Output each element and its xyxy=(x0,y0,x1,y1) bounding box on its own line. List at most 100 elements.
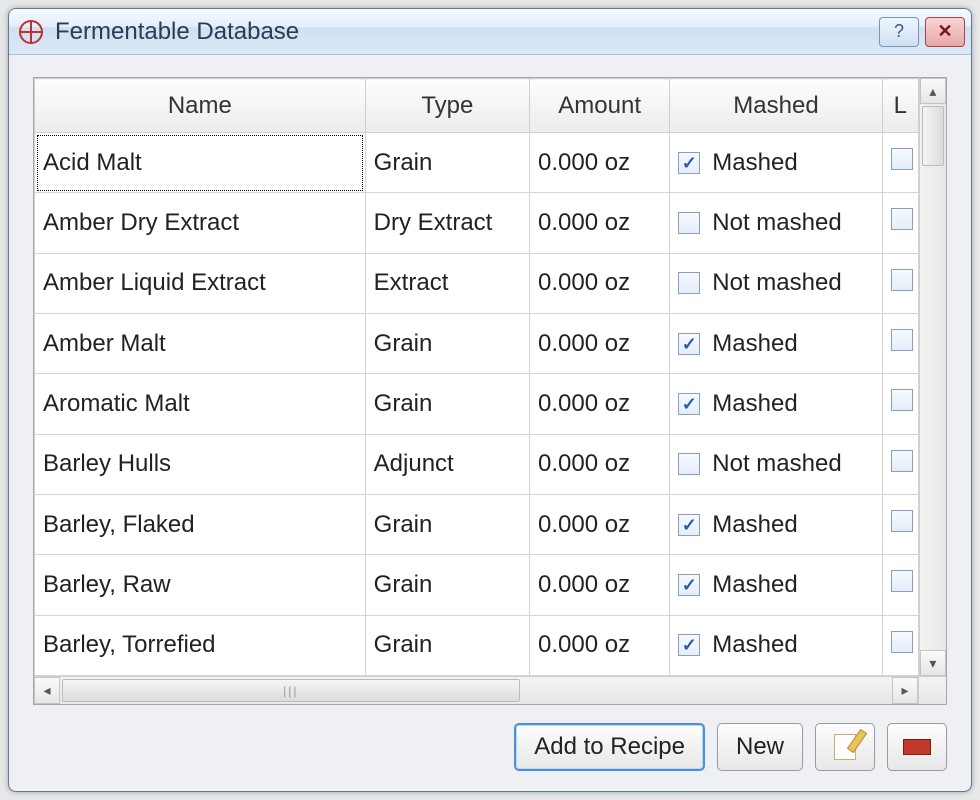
cell-l[interactable] xyxy=(882,434,918,494)
mashed-checkbox[interactable] xyxy=(678,574,700,596)
horizontal-scrollbar[interactable]: ◂ ||| ▸ xyxy=(34,676,946,704)
cell-l[interactable] xyxy=(882,615,918,675)
scroll-left-icon[interactable]: ◂ xyxy=(34,677,60,704)
fermentable-table[interactable]: Name Type Amount Mashed L Acid MaltGrain… xyxy=(34,78,919,676)
cell-mashed[interactable]: Mashed xyxy=(670,313,882,373)
cell-l[interactable] xyxy=(882,133,918,193)
cell-mashed[interactable]: Mashed xyxy=(670,555,882,615)
content-area: Name Type Amount Mashed L Acid MaltGrain… xyxy=(9,55,971,791)
cell-type[interactable]: Grain xyxy=(365,555,529,615)
delete-button[interactable] xyxy=(887,723,947,771)
l-checkbox[interactable] xyxy=(891,208,913,230)
mashed-checkbox[interactable] xyxy=(678,393,700,415)
cell-type[interactable]: Grain xyxy=(365,374,529,434)
cell-type[interactable]: Extract xyxy=(365,253,529,313)
mashed-checkbox[interactable] xyxy=(678,514,700,536)
cell-name[interactable]: Aromatic Malt xyxy=(35,374,366,434)
cell-amount[interactable]: 0.000 oz xyxy=(530,313,670,373)
table-row[interactable]: Amber MaltGrain0.000 ozMashed xyxy=(35,313,919,373)
scroll-down-icon[interactable]: ▾ xyxy=(920,650,946,676)
l-checkbox[interactable] xyxy=(891,631,913,653)
cell-l[interactable] xyxy=(882,313,918,373)
vertical-scrollbar[interactable]: ▴ ▾ xyxy=(919,78,946,676)
l-checkbox[interactable] xyxy=(891,570,913,592)
mashed-checkbox[interactable] xyxy=(678,634,700,656)
table-body: Acid MaltGrain0.000 ozMashedAmber Dry Ex… xyxy=(35,133,919,676)
mashed-checkbox[interactable] xyxy=(678,333,700,355)
cell-amount[interactable]: 0.000 oz xyxy=(530,253,670,313)
table-row[interactable]: Amber Dry ExtractDry Extract0.000 ozNot … xyxy=(35,193,919,253)
cell-name[interactable]: Amber Malt xyxy=(35,313,366,373)
cell-name[interactable]: Acid Malt xyxy=(35,133,366,193)
hscroll-track[interactable]: ||| xyxy=(60,677,892,704)
mashed-checkbox[interactable] xyxy=(678,212,700,234)
cell-name[interactable]: Barley, Torrefied xyxy=(35,615,366,675)
cell-type[interactable]: Dry Extract xyxy=(365,193,529,253)
cell-mashed[interactable]: Not mashed xyxy=(670,193,882,253)
app-icon xyxy=(19,20,43,44)
cell-mashed[interactable]: Mashed xyxy=(670,133,882,193)
col-header-amount[interactable]: Amount xyxy=(530,79,670,133)
cell-type[interactable]: Grain xyxy=(365,494,529,554)
cell-l[interactable] xyxy=(882,555,918,615)
col-header-mashed[interactable]: Mashed xyxy=(670,79,882,133)
table-row[interactable]: Barley, RawGrain0.000 ozMashed xyxy=(35,555,919,615)
add-to-recipe-button[interactable]: Add to Recipe xyxy=(514,723,705,771)
help-button[interactable]: ? xyxy=(879,17,919,47)
cell-amount[interactable]: 0.000 oz xyxy=(530,193,670,253)
new-button[interactable]: New xyxy=(717,723,803,771)
cell-mashed[interactable]: Not mashed xyxy=(670,434,882,494)
cell-l[interactable] xyxy=(882,374,918,434)
cell-amount[interactable]: 0.000 oz xyxy=(530,374,670,434)
table-row[interactable]: Aromatic MaltGrain0.000 ozMashed xyxy=(35,374,919,434)
cell-name[interactable]: Barley Hulls xyxy=(35,434,366,494)
cell-amount[interactable]: 0.000 oz xyxy=(530,434,670,494)
l-checkbox[interactable] xyxy=(891,329,913,351)
cell-name[interactable]: Amber Liquid Extract xyxy=(35,253,366,313)
cell-name[interactable]: Barley, Raw xyxy=(35,555,366,615)
cell-amount[interactable]: 0.000 oz xyxy=(530,615,670,675)
cell-amount[interactable]: 0.000 oz xyxy=(530,555,670,615)
cell-amount[interactable]: 0.000 oz xyxy=(530,133,670,193)
cell-l[interactable] xyxy=(882,494,918,554)
vscroll-track[interactable] xyxy=(920,104,946,650)
cell-type[interactable]: Grain xyxy=(365,133,529,193)
table-row[interactable]: Barley, TorrefiedGrain0.000 oz Mashed xyxy=(35,615,919,675)
delete-icon xyxy=(903,739,931,755)
l-checkbox[interactable] xyxy=(891,148,913,170)
cell-type[interactable]: Grain xyxy=(365,313,529,373)
col-header-name[interactable]: Name xyxy=(35,79,366,133)
table-row[interactable]: Acid MaltGrain0.000 ozMashed xyxy=(35,133,919,193)
cell-l[interactable] xyxy=(882,253,918,313)
cell-amount[interactable]: 0.000 oz xyxy=(530,494,670,554)
l-checkbox[interactable] xyxy=(891,269,913,291)
cell-mashed[interactable]: Mashed xyxy=(670,615,882,675)
cell-type[interactable]: Adjunct xyxy=(365,434,529,494)
cell-mashed[interactable]: Not mashed xyxy=(670,253,882,313)
hscroll-thumb[interactable]: ||| xyxy=(62,679,520,702)
titlebar[interactable]: Fermentable Database ? ✕ xyxy=(9,9,971,55)
mashed-checkbox[interactable] xyxy=(678,272,700,294)
col-header-l[interactable]: L xyxy=(882,79,918,133)
l-checkbox[interactable] xyxy=(891,510,913,532)
mashed-checkbox[interactable] xyxy=(678,152,700,174)
cell-type[interactable]: Grain xyxy=(365,615,529,675)
l-checkbox[interactable] xyxy=(891,389,913,411)
scroll-up-icon[interactable]: ▴ xyxy=(920,78,946,104)
mashed-checkbox[interactable] xyxy=(678,453,700,475)
scroll-right-icon[interactable]: ▸ xyxy=(892,677,918,704)
vscroll-thumb[interactable] xyxy=(922,106,944,166)
cell-l[interactable] xyxy=(882,193,918,253)
table-row[interactable]: Barley, FlakedGrain0.000 ozMashed xyxy=(35,494,919,554)
cell-mashed[interactable]: Mashed xyxy=(670,494,882,554)
close-button[interactable]: ✕ xyxy=(925,17,965,47)
mashed-label: Mashed xyxy=(712,631,797,659)
cell-mashed[interactable]: Mashed xyxy=(670,374,882,434)
cell-name[interactable]: Barley, Flaked xyxy=(35,494,366,554)
table-row[interactable]: Amber Liquid ExtractExtract0.000 ozNot m… xyxy=(35,253,919,313)
col-header-type[interactable]: Type xyxy=(365,79,529,133)
cell-name[interactable]: Amber Dry Extract xyxy=(35,193,366,253)
edit-button[interactable] xyxy=(815,723,875,771)
table-row[interactable]: Barley HullsAdjunct0.000 ozNot mashed xyxy=(35,434,919,494)
l-checkbox[interactable] xyxy=(891,450,913,472)
